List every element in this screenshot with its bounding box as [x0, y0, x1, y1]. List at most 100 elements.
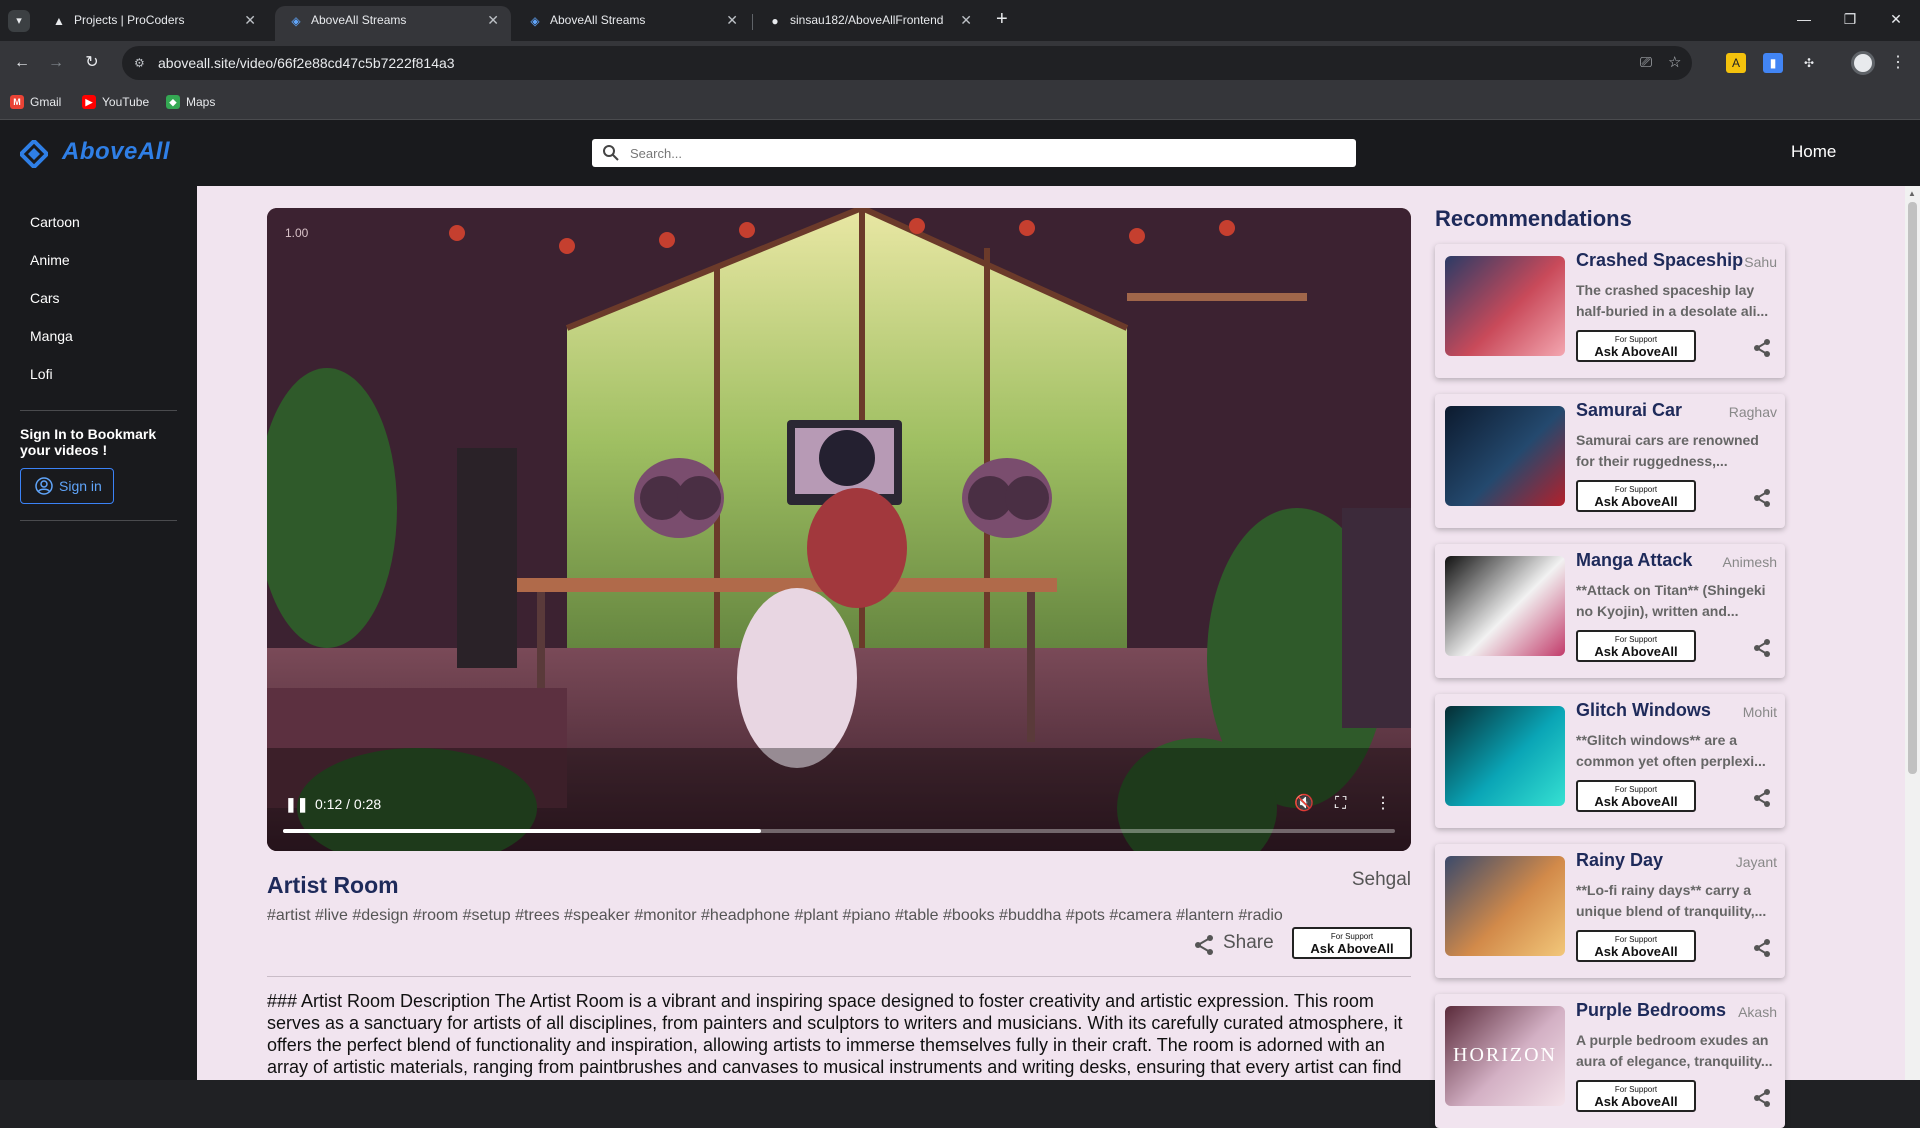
recommendation-title[interactable]: Purple Bedrooms	[1576, 1000, 1726, 1021]
pause-icon[interactable]: ❚❚	[285, 796, 308, 813]
share-icon	[1195, 935, 1213, 955]
sidebar-item-cars[interactable]: Cars	[30, 290, 60, 306]
recommendation-title[interactable]: Crashed Spaceship	[1576, 250, 1743, 271]
share-button[interactable]: Share	[1193, 932, 1274, 955]
recommendation-thumbnail[interactable]	[1445, 556, 1565, 656]
support-small-label: For Support	[1614, 1085, 1658, 1094]
maps-icon: ◆	[166, 95, 180, 109]
scrollbar-thumb[interactable]	[1908, 202, 1917, 774]
bookmark-maps[interactable]: ◆ Maps	[166, 92, 215, 112]
support-big-label: Ask AboveAll	[1594, 644, 1678, 659]
bookmark-star-icon[interactable]: ☆	[1668, 55, 1681, 71]
support-small-label: For Support	[1614, 935, 1658, 944]
share-icon[interactable]	[1752, 1088, 1772, 1108]
search-input[interactable]	[630, 139, 1330, 167]
install-app-icon[interactable]: ⎚	[1640, 55, 1652, 71]
ask-aboveall-button[interactable]: For Support Ask AboveAll	[1292, 927, 1412, 959]
recommendation-card[interactable]: Glitch Windows Mohit **Glitch windows** …	[1435, 694, 1785, 828]
signin-button[interactable]: Sign in	[20, 468, 114, 504]
bookmark-label: YouTube	[102, 95, 150, 109]
share-icon[interactable]	[1752, 638, 1772, 658]
ask-aboveall-button[interactable]: For Support Ask AboveAll	[1576, 630, 1696, 662]
support-big-label: Ask AboveAll	[1594, 794, 1678, 809]
video-author: Sehgal	[1351, 869, 1411, 890]
close-tab-icon[interactable]: ✕	[726, 6, 738, 34]
tab-search-icon[interactable]: ▾	[8, 10, 30, 32]
recommendation-title[interactable]: Samurai Car	[1576, 400, 1682, 421]
close-tab-icon[interactable]: ✕	[487, 6, 499, 34]
tab-title: AboveAll Streams	[550, 13, 646, 27]
restore-icon[interactable]: ❐	[1827, 8, 1873, 30]
recommendation-thumbnail[interactable]	[1445, 856, 1565, 956]
new-tab-icon[interactable]: +	[996, 8, 1008, 30]
page-scrollbar[interactable]: ▲	[1905, 186, 1920, 1080]
search-bar[interactable]	[592, 139, 1356, 167]
recommendation-title[interactable]: Manga Attack	[1576, 550, 1692, 571]
sidebar-divider	[20, 520, 177, 521]
recommendation-title[interactable]: Rainy Day	[1576, 850, 1663, 871]
bookmark-gmail[interactable]: M Gmail	[10, 92, 61, 112]
support-big-label: Ask AboveAll	[1594, 944, 1678, 959]
recommendation-title[interactable]: Glitch Windows	[1576, 700, 1711, 721]
address-bar[interactable]: ⚙ aboveall.site/video/66f2e88cd47c5b7222…	[122, 46, 1692, 80]
close-tab-icon[interactable]: ✕	[960, 6, 972, 34]
recommendation-thumbnail[interactable]	[1445, 256, 1565, 356]
recommendation-author: Mohit	[1742, 704, 1777, 720]
reload-icon[interactable]: ↻	[80, 51, 104, 75]
sidebar-item-manga[interactable]: Manga	[30, 328, 73, 344]
share-icon[interactable]	[1752, 938, 1772, 958]
video-title: Artist Room	[267, 872, 399, 898]
sidebar-item-anime[interactable]: Anime	[30, 252, 70, 268]
progress-bar[interactable]	[283, 829, 1395, 833]
muted-volume-icon[interactable]: 🔇	[1294, 795, 1314, 813]
extension-icon[interactable]: ▮	[1763, 53, 1783, 73]
recommendation-author: Jayant	[1735, 854, 1777, 870]
extensions-puzzle-icon[interactable]: ✣	[1799, 53, 1819, 73]
extension-icon[interactable]: A	[1726, 53, 1746, 73]
tab-aboveall[interactable]: ◈ AboveAll Streams ✕	[514, 6, 750, 41]
recommendation-thumbnail[interactable]: HORIZON	[1445, 1006, 1565, 1106]
home-link[interactable]: Home	[1791, 142, 1836, 162]
bookmark-label: Maps	[186, 95, 216, 109]
scroll-up-icon[interactable]: ▲	[1908, 189, 1916, 198]
ask-aboveall-button[interactable]: For Support Ask AboveAll	[1576, 480, 1696, 512]
video-description: ### Artist Room Description The Artist R…	[267, 991, 1403, 1077]
ask-aboveall-button[interactable]: For Support Ask AboveAll	[1576, 780, 1696, 812]
recommendation-description: Samurai cars are renowned for their rugg…	[1576, 432, 1759, 469]
recommendation-card[interactable]: Rainy Day Jayant **Lo-fi rainy days** ca…	[1435, 844, 1785, 978]
site-info-icon[interactable]: ⚙	[134, 55, 150, 71]
section-divider	[267, 976, 1411, 977]
support-small-label: For Support	[1614, 635, 1658, 644]
recommendation-thumbnail[interactable]	[1445, 706, 1565, 806]
forward-icon[interactable]: →	[44, 51, 68, 75]
recommendation-card[interactable]: Manga Attack Animesh **Attack on Titan**…	[1435, 544, 1785, 678]
ask-aboveall-button[interactable]: For Support Ask AboveAll	[1576, 330, 1696, 362]
tab-github[interactable]: ● sinsau182/AboveAllFrontend ✕	[754, 6, 984, 41]
tab-projects[interactable]: ▲ Projects | ProCoders ✕	[38, 6, 268, 41]
bookmarks-bar: M Gmail ▶ YouTube ◆ Maps	[0, 84, 1920, 120]
fullscreen-icon[interactable]: ⛶	[1335, 795, 1346, 813]
menu-kebab-icon[interactable]: ⋮	[1886, 51, 1910, 75]
close-window-icon[interactable]: ✕	[1873, 8, 1919, 30]
recommendation-card[interactable]: HORIZON Purple Bedrooms Akash A purple b…	[1435, 994, 1785, 1128]
recommendation-thumbnail[interactable]	[1445, 406, 1565, 506]
profile-avatar[interactable]	[1851, 51, 1875, 75]
close-tab-icon[interactable]: ✕	[244, 6, 256, 34]
share-icon[interactable]	[1752, 788, 1772, 808]
sidebar-item-cartoon[interactable]: Cartoon	[30, 214, 80, 230]
logo-text: AboveAll	[62, 138, 171, 165]
recommendation-card[interactable]: Crashed Spaceship Sahu The crashed space…	[1435, 244, 1785, 378]
bookmark-youtube[interactable]: ▶ YouTube	[82, 92, 149, 112]
recommendation-card[interactable]: Samurai Car Raghav Samurai cars are reno…	[1435, 394, 1785, 528]
minimize-icon[interactable]: —	[1781, 8, 1827, 30]
ask-aboveall-button[interactable]: For Support Ask AboveAll	[1576, 930, 1696, 962]
recommendation-description: The crashed spaceship lay half-buried in…	[1576, 282, 1769, 319]
ask-aboveall-button[interactable]: For Support Ask AboveAll	[1576, 1080, 1696, 1112]
more-options-icon[interactable]: ⋮	[1375, 795, 1391, 813]
video-player[interactable]: 1.00 ❚❚ 0:12 / 0:28 🔇 ⛶ ⋮	[267, 208, 1411, 851]
back-icon[interactable]: ←	[10, 51, 34, 75]
share-icon[interactable]	[1752, 488, 1772, 508]
share-icon[interactable]	[1752, 338, 1772, 358]
tab-aboveall-active[interactable]: ◈ AboveAll Streams ✕	[275, 6, 511, 41]
sidebar-item-lofi[interactable]: Lofi	[30, 366, 53, 382]
